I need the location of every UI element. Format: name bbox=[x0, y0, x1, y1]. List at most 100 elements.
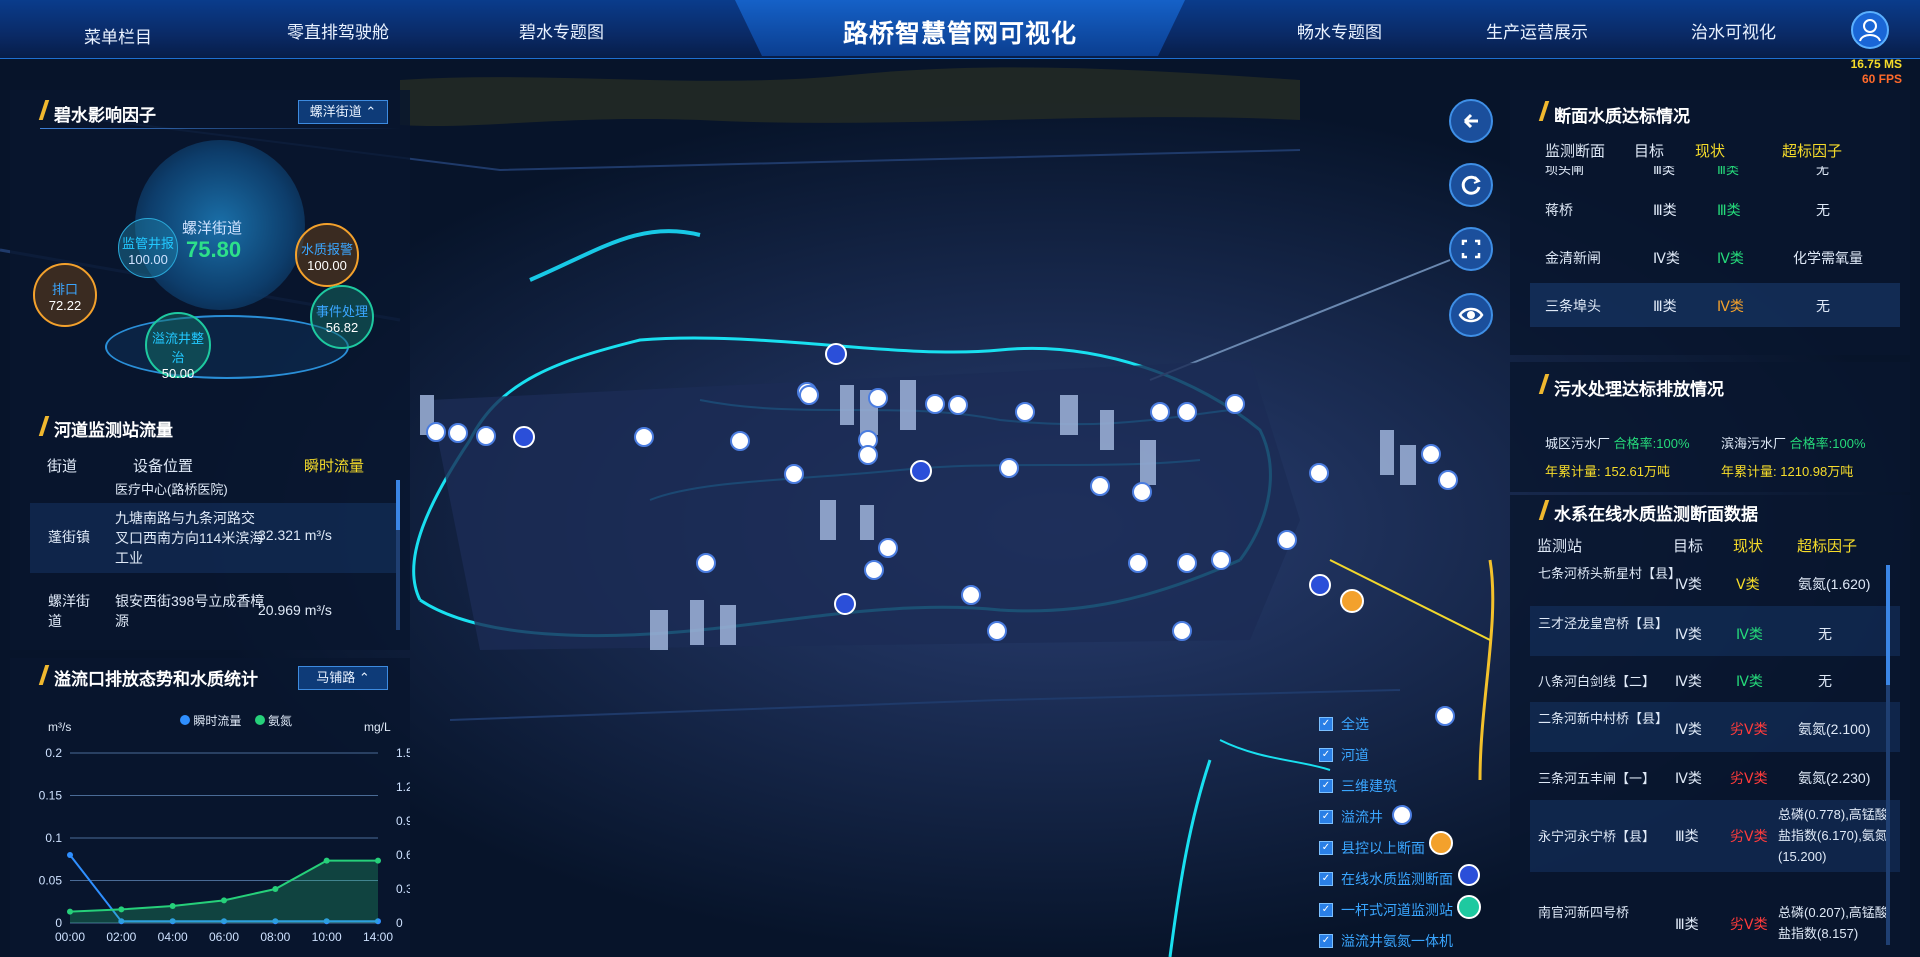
legend-ammonia-swatch bbox=[254, 715, 265, 725]
y-left-tick-label: 0.15 bbox=[39, 789, 63, 803]
table-row[interactable]: 二条河新中村桥【县】 Ⅳ类 劣Ⅴ类 氨氮(2.100) bbox=[1530, 702, 1900, 752]
row-location: 九塘南路与九条河路交叉口西南方向114米滨海工业 bbox=[115, 510, 264, 566]
table-row[interactable]: 三才泾龙皇宫桥【县】 Ⅳ类 Ⅳ类 无 bbox=[1530, 606, 1900, 656]
back-icon[interactable] bbox=[1449, 99, 1493, 143]
plant-coastal[interactable]: 滨海污水厂 合格率:100% 年累计量: 1210.98万吨 bbox=[1721, 433, 1866, 480]
row-name: 坝头闸 bbox=[1545, 166, 1585, 177]
plant-city[interactable]: 城区污水厂 合格率:100% 年累计量: 152.61万吨 bbox=[1545, 433, 1690, 480]
panel-title: 污水处理达标排放情况 bbox=[1554, 380, 1724, 399]
row-factor: 总磷(0.778),高锰酸盐指数(6.170),氨氮(15.200) bbox=[1778, 807, 1888, 864]
y-right-tick-label: 1.5 bbox=[396, 746, 410, 760]
legend-ammonia-label: 氨氮 bbox=[268, 714, 293, 728]
row-factor: 无 bbox=[1816, 166, 1830, 177]
table-row[interactable]: 七条河桥头新星村【县】 Ⅳ类 Ⅴ类 氨氮(1.620) bbox=[1530, 555, 1900, 603]
data-point bbox=[323, 857, 330, 864]
nav-clear-water-map[interactable]: 碧水专题图 bbox=[519, 18, 604, 43]
plant-name: 城区污水厂 bbox=[1545, 436, 1611, 451]
table-row[interactable]: 蒋桥 Ⅲ类 Ⅲ类 无 bbox=[1530, 187, 1900, 231]
data-point bbox=[67, 908, 73, 915]
col-header-status: 现状 bbox=[1733, 538, 1764, 555]
overflow-outlet-panel: 溢流口排放态势和水质统计 马铺路 ⌃ m³/s mg/L 瞬时流量 氨氮 0 0.… bbox=[10, 658, 410, 957]
scrollbar[interactable] bbox=[396, 480, 400, 630]
row-status: 劣Ⅴ类 bbox=[1730, 828, 1768, 844]
factor-label: 排口 bbox=[51, 282, 78, 297]
layer-label: 全选 bbox=[1341, 716, 1369, 732]
row-status: 劣Ⅴ类 bbox=[1730, 770, 1768, 786]
nav-production-operation[interactable]: 生产运营展示 bbox=[1486, 18, 1588, 43]
table-row[interactable]: 三条河五丰闸【一】 Ⅳ类 劣Ⅴ类 氨氮(2.230) bbox=[1530, 757, 1900, 795]
layer-checkbox-all[interactable]: ✓ bbox=[1319, 717, 1333, 731]
row-target: Ⅲ类 bbox=[1653, 202, 1677, 218]
street-select-button[interactable]: 螺洋街道 ⌃ bbox=[298, 100, 388, 124]
section-water-quality-panel: 断面水质达标情况 监测断面 目标 现状 超标因子 坝头闸 Ⅲ类 Ⅲ类 无 蒋桥 … bbox=[1510, 90, 1910, 355]
col-header-exceed-factor: 超标因子 bbox=[1797, 538, 1858, 555]
layer-checkbox-3d-buildings[interactable]: ✓ bbox=[1319, 779, 1333, 793]
factor-label: 事件处理 bbox=[315, 304, 368, 319]
nav-smooth-water-map[interactable]: 畅水专题图 bbox=[1297, 18, 1382, 43]
road-select-button[interactable]: 马铺路 ⌃ bbox=[298, 666, 388, 690]
table-row[interactable]: 八条河白剑线【二】 Ⅳ类 Ⅳ类 无 bbox=[1530, 661, 1900, 697]
page-title: 路桥智慧管网可视化 bbox=[842, 20, 1077, 48]
col-header-station: 监测站 bbox=[1537, 538, 1583, 555]
table-row[interactable]: 蓬街镇 九塘南路与九条河路交叉口西南方向114米滨海工业 32.321 m³/s bbox=[30, 503, 400, 573]
layer-control: ✓ 全选 ✓ 河道 ✓ 三维建筑 ✓ 溢流井 ✓ 县控以上断面 ✓ 在线水质监测… bbox=[1315, 714, 1490, 954]
y-right-tick-label: 1.2 bbox=[396, 780, 410, 794]
factor-label: 水质报警 bbox=[300, 242, 353, 257]
layer-checkbox-overflow-well[interactable]: ✓ bbox=[1319, 810, 1333, 824]
table-row[interactable]: 永宁河永宁桥【县】 Ⅲ类 劣Ⅴ类 总磷(0.778),高锰酸盐指数(6.170)… bbox=[1530, 800, 1900, 872]
view-eye-icon[interactable] bbox=[1449, 293, 1493, 337]
refresh-icon[interactable] bbox=[1449, 163, 1493, 207]
row-target: Ⅳ类 bbox=[1653, 250, 1680, 266]
row-name: 三才泾龙皇宫桥【县】 bbox=[1538, 616, 1669, 631]
factor-bubble-supervision[interactable]: 监管井报 100.00 bbox=[118, 218, 178, 278]
row-factor: 氨氮(1.620) bbox=[1798, 576, 1871, 592]
table-row[interactable]: 南官河新四号桥 Ⅲ类 劣Ⅴ类 总磷(0.207),高锰酸盐指数(8.157) bbox=[1530, 877, 1900, 947]
factor-bubble-event-handling[interactable]: 事件处理 56.82 bbox=[310, 285, 374, 349]
fps-counter: 16.75 MS 60 FPS bbox=[1842, 57, 1902, 87]
user-avatar-icon[interactable] bbox=[1851, 11, 1889, 49]
factor-bubble-overflow-well[interactable]: 溢流井整治 50.00 bbox=[145, 312, 211, 381]
row-name: 七条河桥头新星村【县】 bbox=[1538, 566, 1682, 581]
nav-menu[interactable]: 菜单栏目 bbox=[84, 23, 152, 48]
y-right-tick-label: 0.3 bbox=[396, 882, 410, 896]
center-score: 75.80 bbox=[186, 237, 242, 262]
factor-value: 100.00 bbox=[307, 258, 347, 273]
col-header-target: 目标 bbox=[1634, 143, 1665, 160]
panel-title: 水系在线水质监测断面数据 bbox=[1554, 505, 1758, 524]
scrollbar[interactable] bbox=[1886, 565, 1890, 945]
layer-checkbox-river[interactable]: ✓ bbox=[1319, 748, 1333, 762]
table-row[interactable]: 金清新闸 Ⅳ类 Ⅳ类 化学需氧量 bbox=[1530, 235, 1900, 279]
scrollbar-thumb[interactable] bbox=[396, 480, 400, 530]
layer-checkbox-county-section[interactable]: ✓ bbox=[1319, 841, 1333, 855]
center-street-name: 螺洋街道 bbox=[182, 220, 243, 237]
factor-value: 72.22 bbox=[48, 298, 82, 313]
annual-value: 152.61万吨 bbox=[1604, 464, 1671, 479]
row-target: Ⅳ类 bbox=[1675, 673, 1702, 689]
nav-water-governance-visualization[interactable]: 治水可视化 bbox=[1691, 18, 1776, 43]
row-name: 八条河白剑线【二】 bbox=[1538, 674, 1656, 689]
row-street: 蓬街镇 bbox=[48, 529, 90, 545]
row-factor: 化学需氧量 bbox=[1793, 250, 1863, 266]
factor-bubble-outfall[interactable]: 排口 72.22 bbox=[33, 263, 97, 327]
layer-checkbox-pole-station[interactable]: ✓ bbox=[1319, 903, 1333, 917]
table-row[interactable]: 螺洋街道 银安西街398号立成香樟源 20.969 m³/s bbox=[30, 588, 400, 638]
data-point bbox=[221, 897, 227, 904]
fullscreen-icon[interactable] bbox=[1449, 227, 1493, 271]
row-status: Ⅲ类 bbox=[1717, 202, 1741, 218]
table-row[interactable]: 三条埠头 Ⅲ类 Ⅳ类 无 bbox=[1530, 283, 1900, 327]
panel-title: 河道监测站流量 bbox=[54, 421, 173, 440]
factor-bubble-water-quality-alarm[interactable]: 水质报警 100.00 bbox=[295, 223, 359, 287]
row-status: Ⅳ类 bbox=[1736, 626, 1763, 642]
nav-zero-discharge-cockpit[interactable]: 零直排驾驶舱 bbox=[287, 18, 389, 43]
scrollbar-thumb[interactable] bbox=[1886, 565, 1890, 685]
row-factor: 无 bbox=[1818, 626, 1832, 642]
layer-checkbox-ammonia-device[interactable]: ✓ bbox=[1319, 934, 1333, 948]
river-flow-station-panel: 河道监测站流量 街道 设备位置 瞬时流量 医疗中心(路桥医院) 蓬街镇 九塘南路… bbox=[10, 410, 410, 650]
layer-label: 在线水质监测断面 bbox=[1341, 871, 1453, 887]
row-target: Ⅳ类 bbox=[1675, 576, 1702, 592]
layer-checkbox-online-section[interactable]: ✓ bbox=[1319, 872, 1333, 886]
layer-label: 三维建筑 bbox=[1341, 778, 1397, 794]
col-header-exceed-factor: 超标因子 bbox=[1782, 143, 1843, 160]
legend: 瞬时流量 氨氮 bbox=[180, 712, 292, 729]
panel-title-marker bbox=[1538, 374, 1550, 394]
